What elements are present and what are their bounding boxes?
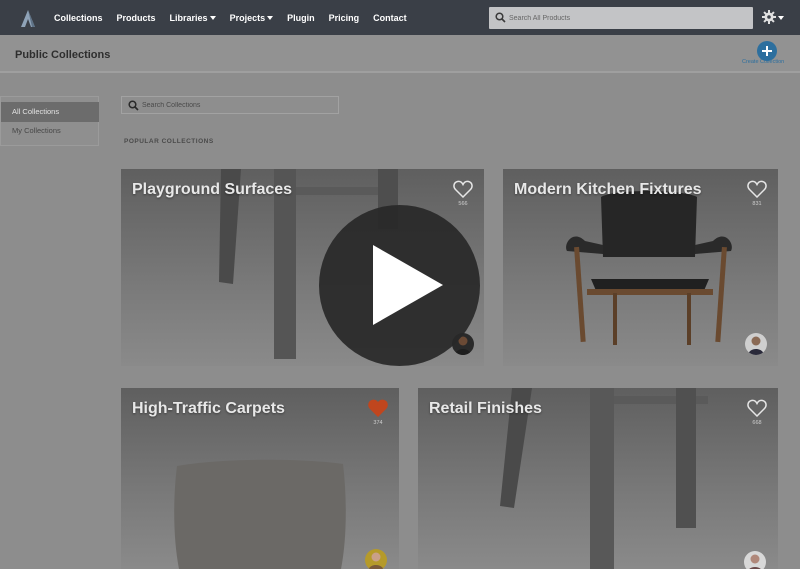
heart-icon[interactable] [747, 180, 767, 198]
sidebar: All Collections My Collections [0, 96, 99, 146]
avatar[interactable] [744, 551, 766, 569]
chevron-down-icon [267, 15, 274, 20]
top-search-box[interactable] [489, 7, 753, 29]
section-label: POPULAR COLLECTIONS [124, 138, 214, 145]
heart-icon[interactable] [453, 180, 473, 198]
page-title: Public Collections [15, 49, 111, 61]
like-count: 566 [458, 201, 468, 207]
chevron-down-icon[interactable] [778, 16, 784, 20]
card-title: Retail Finishes [429, 400, 542, 417]
collections-search-box[interactable] [121, 96, 339, 114]
nav-link-label: Projects [229, 12, 266, 23]
collection-card[interactable]: Modern Kitchen Fixtures 831 [503, 169, 778, 366]
search-icon [128, 100, 139, 111]
like-count: 668 [752, 420, 762, 426]
nav-link-label: Plugin [287, 12, 315, 23]
page-header: Public Collections [0, 35, 800, 73]
nav-plugin-link[interactable]: Plugin [287, 13, 315, 23]
nav-projects-link[interactable]: Projects [230, 13, 274, 23]
gear-icon[interactable] [762, 10, 776, 24]
nav-link-label: Libraries [169, 12, 208, 23]
like-count: 374 [373, 420, 383, 426]
sidebar-item-all-collections[interactable]: All Collections [1, 102, 99, 122]
play-icon [373, 245, 443, 325]
logo-icon[interactable] [18, 8, 38, 28]
avatar[interactable] [365, 549, 387, 569]
nav-link-label: Products [116, 12, 156, 23]
collections-search-input[interactable] [142, 99, 332, 112]
card-title: Modern Kitchen Fixtures [514, 181, 702, 198]
nav-contact-link[interactable]: Contact [373, 13, 407, 23]
avatar[interactable] [745, 333, 767, 355]
sidebar-item-my-collections[interactable]: My Collections [1, 121, 99, 141]
nav-links: Collections Products Libraries Projects … [54, 0, 421, 35]
top-navigation: Collections Products Libraries Projects … [0, 0, 800, 35]
search-icon [495, 12, 506, 23]
nav-pricing-link[interactable]: Pricing [329, 13, 360, 23]
nav-link-label: Pricing [328, 12, 360, 23]
nav-libraries-link[interactable]: Libraries [170, 13, 216, 23]
card-title: High-Traffic Carpets [132, 400, 285, 417]
heart-icon[interactable] [368, 399, 388, 417]
top-search-input[interactable] [509, 10, 745, 26]
create-collection-button[interactable] [757, 41, 777, 61]
collection-card[interactable]: Retail Finishes 668 [418, 388, 778, 569]
create-collection-label[interactable]: Create Collection [742, 59, 784, 65]
like-count: 831 [752, 201, 762, 207]
nav-link-label: Collections [54, 12, 103, 23]
play-button[interactable] [319, 205, 480, 366]
nav-link-label: Contact [373, 12, 407, 23]
chevron-down-icon [209, 15, 216, 20]
collection-card[interactable]: High-Traffic Carpets 374 [121, 388, 399, 569]
nav-products-link[interactable]: Products [117, 13, 156, 23]
nav-collections-link[interactable]: Collections [54, 13, 103, 23]
heart-icon[interactable] [747, 399, 767, 417]
card-title: Playground Surfaces [132, 181, 293, 198]
